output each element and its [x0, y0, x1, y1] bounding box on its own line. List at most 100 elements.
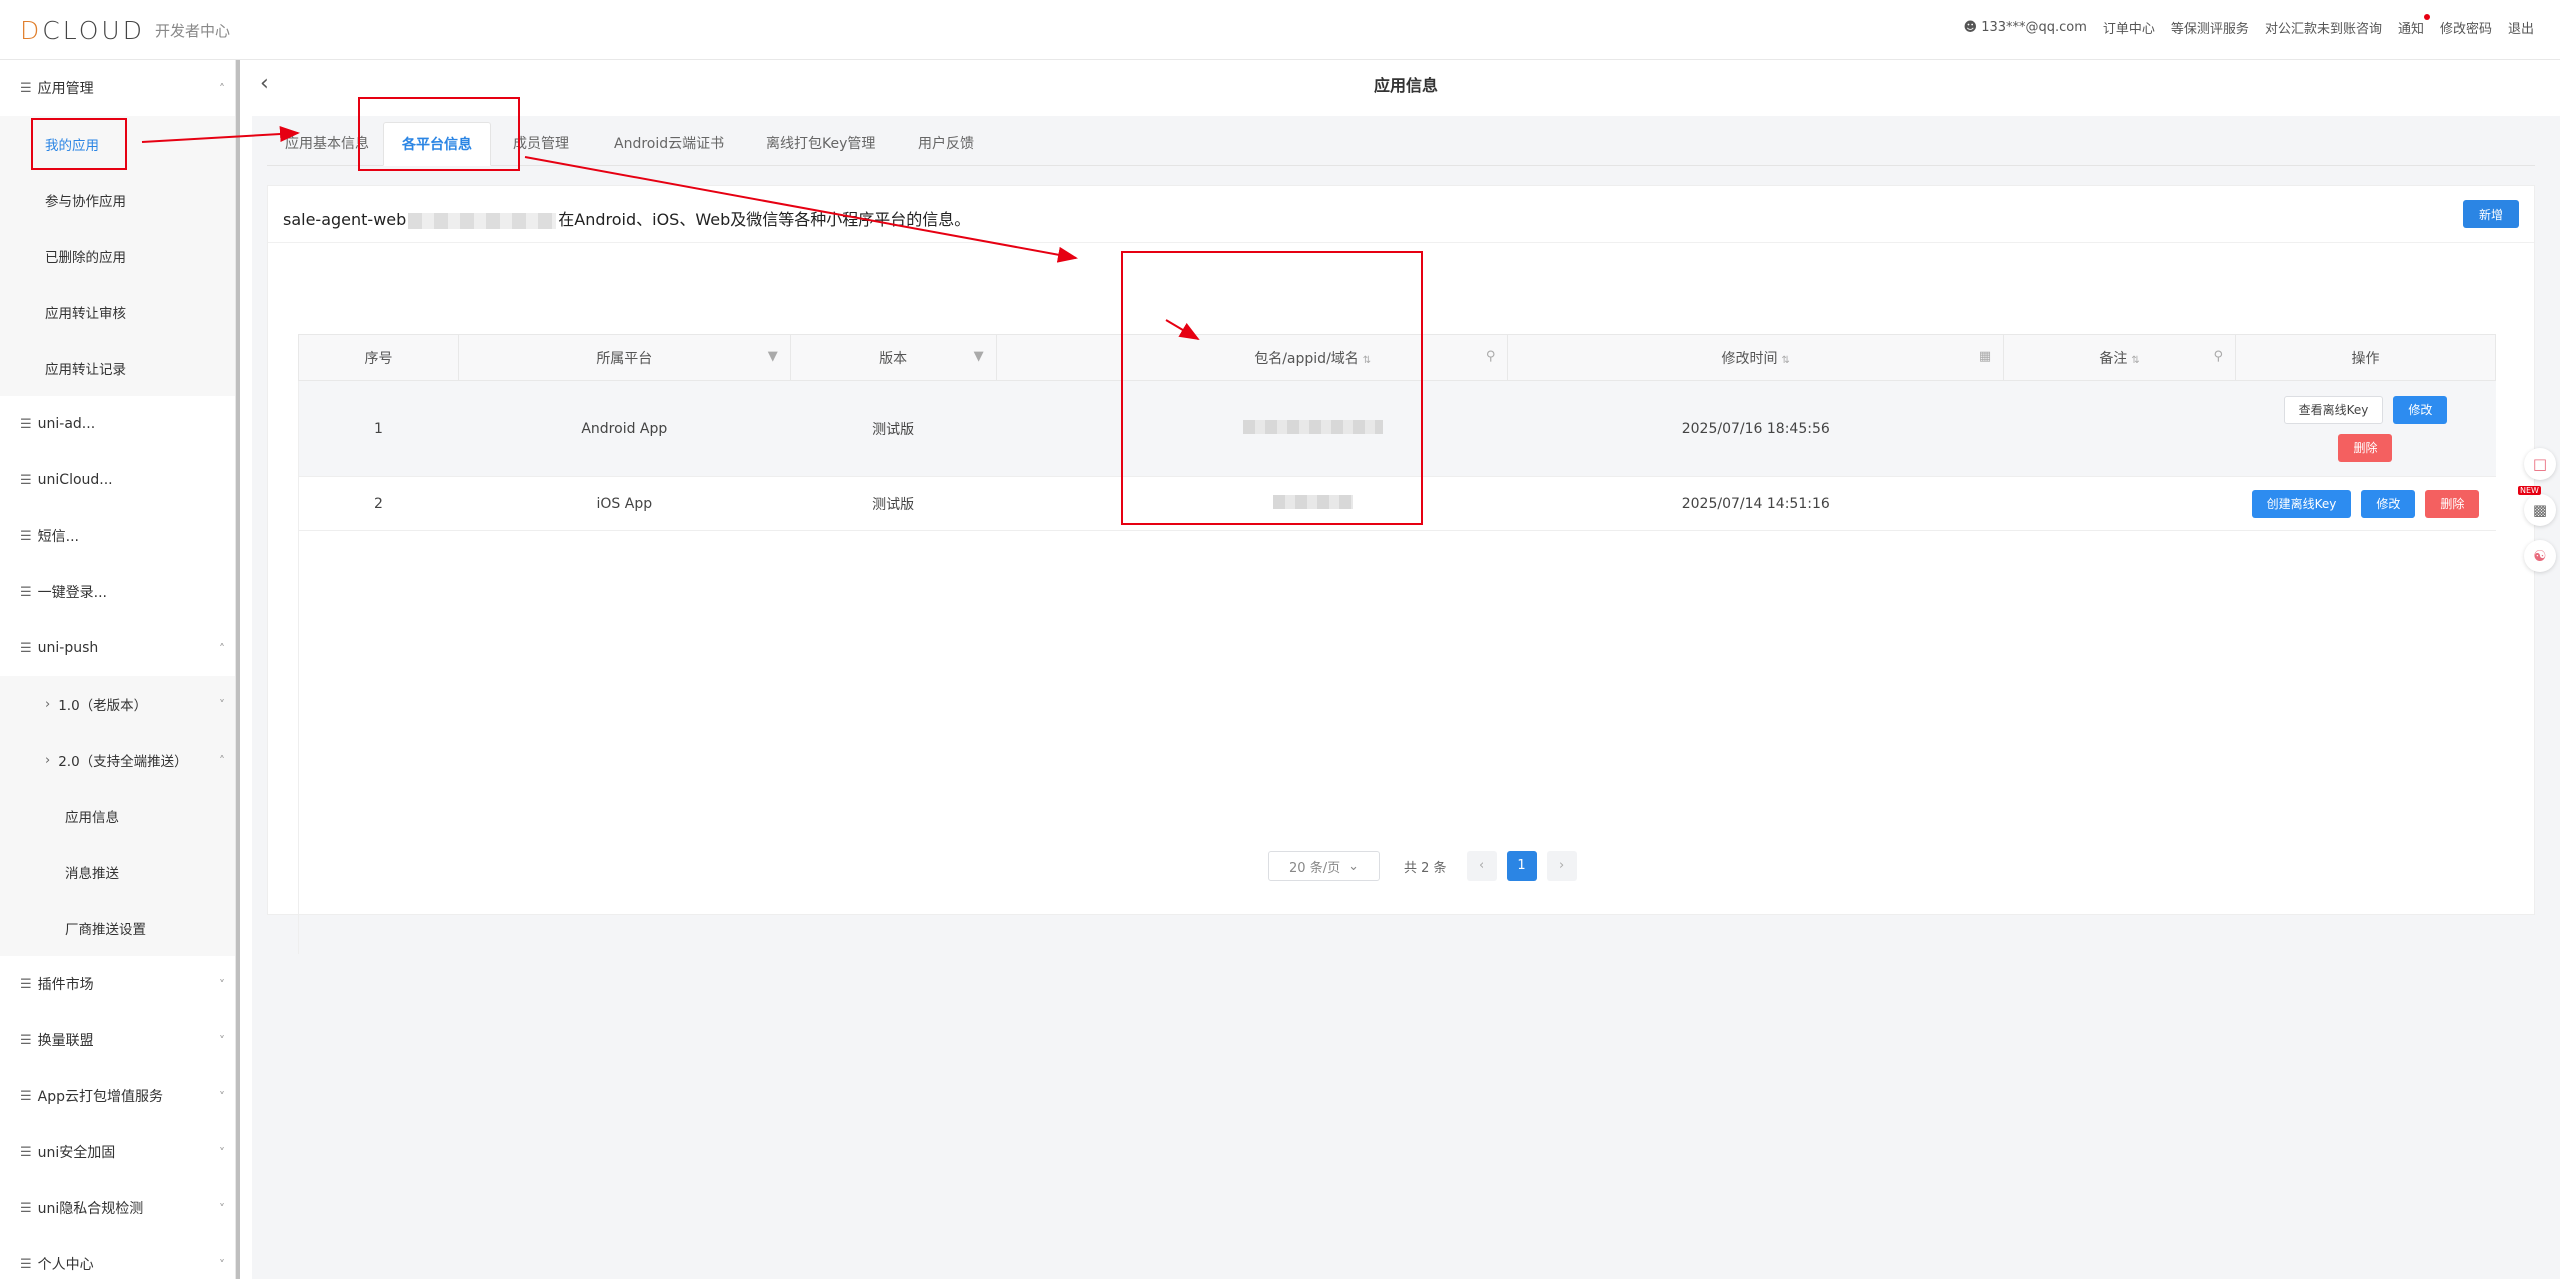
list-icon: ☰	[20, 640, 32, 656]
sidebar-item-label: 短信...	[37, 529, 80, 545]
nav-remittance-inquiry[interactable]: 对公汇款未到账咨询	[2265, 18, 2382, 37]
sidebar-item-13[interactable]: 应用信息	[0, 788, 235, 844]
sidebar-item-2[interactable]: 参与协作应用	[0, 172, 235, 228]
sidebar-item-14[interactable]: 消息推送	[0, 844, 235, 900]
notification-dot	[2423, 14, 2430, 20]
sidebar-item-10[interactable]: ☰ uni-push ˄	[0, 620, 235, 676]
chevron-down-icon: ˅	[219, 1146, 225, 1160]
chevron-up-icon: ˄	[219, 642, 225, 656]
user-account[interactable]: ☻ 133***@qq.com	[1963, 20, 2086, 35]
create-offline-key-button[interactable]: 创建离线Key	[2251, 489, 2352, 518]
list-icon: ☰	[20, 584, 32, 600]
top-bar: DCLOUD 开发者中心 ☻ 133***@qq.com 订单中心 等保测评服务…	[0, 0, 2560, 60]
logo[interactable]: DCLOUD 开发者中心	[20, 16, 231, 45]
sidebar-item-label: uni安全加固	[37, 1145, 116, 1161]
nav-orders[interactable]: 订单中心	[2103, 18, 2155, 37]
tab-platform-info[interactable]: 各平台信息	[383, 122, 491, 166]
page-title: 应用信息	[1373, 76, 1438, 95]
sidebar-item-16[interactable]: ☰ 插件市场 ˅	[0, 956, 235, 1012]
sidebar-item-21[interactable]: ☰ 个人中心 ˅	[0, 1236, 235, 1279]
list-icon: ☰	[20, 416, 32, 432]
chevron-down-icon: ˅	[219, 978, 225, 992]
next-page-button[interactable]: ›	[1546, 851, 1577, 881]
floating-toolbar: □ NEW ▩ ☯	[2518, 448, 2560, 572]
cell-platform: iOS App	[458, 476, 791, 531]
sidebar-item-label: 应用转让审核	[45, 306, 126, 322]
page-number[interactable]: 1	[1506, 851, 1537, 881]
top-nav: ☻ 133***@qq.com 订单中心 等保测评服务 对公汇款未到账咨询 通知…	[1963, 14, 2534, 37]
sidebar-item-15[interactable]: 厂商推送设置	[0, 900, 235, 956]
sidebar-item-3[interactable]: 已删除的应用	[0, 228, 235, 284]
qrcode-icon[interactable]: NEW ▩	[2518, 486, 2556, 526]
chevron-right-icon: ›	[45, 696, 51, 712]
sort-icon[interactable]: ⇅	[1782, 355, 1790, 366]
sidebar-item-8[interactable]: ☰ 短信...	[0, 508, 235, 564]
sidebar-item-label: 个人中心	[37, 1257, 94, 1273]
list-icon: ☰	[20, 1144, 32, 1160]
nav-notifications[interactable]: 通知	[2398, 14, 2430, 37]
cell-platform: Android App	[458, 380, 791, 477]
nav-security-assessment[interactable]: 等保测评服务	[2171, 18, 2249, 37]
col-package[interactable]: 包名/appid/域名 ⇅ ⚲	[1118, 334, 1509, 381]
view-offline-key-button[interactable]: 查看离线Key	[2283, 395, 2384, 424]
sidebar-item-4[interactable]: 应用转让审核	[0, 284, 235, 340]
page-header: ‹ 应用信息	[252, 60, 2560, 116]
sidebar-item-label: 厂商推送设置	[65, 922, 146, 938]
sidebar-scrollbar[interactable]	[236, 60, 240, 1279]
search-icon[interactable]: ⚲	[2213, 349, 2223, 364]
edit-button[interactable]: 修改	[2393, 395, 2448, 424]
sidebar-item-5[interactable]: 应用转让记录	[0, 340, 235, 396]
sidebar-item-label: 插件市场	[37, 977, 94, 993]
sidebar-item-11[interactable]: › 1.0（老版本） ˅	[0, 676, 235, 732]
sidebar-item-12[interactable]: › 2.0（支持全端推送） ˄	[0, 732, 235, 788]
sidebar-item-1[interactable]: 我的应用	[0, 116, 235, 172]
tab-basic-info[interactable]: 应用基本信息	[267, 122, 387, 166]
cell-spacer	[996, 380, 1119, 477]
filter-icon[interactable]: ▼	[974, 349, 984, 364]
list-icon: ☰	[20, 80, 32, 96]
translate-icon[interactable]: ☯	[2524, 540, 2556, 572]
panel-divider	[268, 242, 2534, 243]
calendar-icon[interactable]: ▦	[1979, 349, 1991, 364]
tab-members[interactable]: 成员管理	[495, 122, 587, 166]
cell-version: 测试版	[790, 380, 997, 477]
sort-icon[interactable]: ⇅	[1363, 355, 1371, 366]
gift-icon[interactable]: □	[2524, 448, 2556, 480]
search-icon[interactable]: ⚲	[1486, 349, 1496, 364]
sidebar-item-20[interactable]: ☰ uni隐私合规检测 ˅	[0, 1180, 235, 1236]
tab-android-cert[interactable]: Android云端证书	[596, 122, 742, 166]
sidebar-item-7[interactable]: ☰ uniCloud...	[0, 452, 235, 508]
nav-logout[interactable]: 退出	[2508, 18, 2534, 37]
new-tag: NEW	[2518, 486, 2541, 495]
sidebar-item-18[interactable]: ☰ App云打包增值服务 ˅	[0, 1068, 235, 1124]
delete-button[interactable]: 删除	[2425, 489, 2480, 518]
chevron-down-icon: ˅	[219, 1034, 225, 1048]
sidebar-item-17[interactable]: ☰ 换量联盟 ˅	[0, 1012, 235, 1068]
blurred-package-name	[1242, 419, 1383, 434]
tab-offline-key[interactable]: 离线打包Key管理	[748, 122, 893, 166]
col-remark[interactable]: 备注 ⇅ ⚲	[2003, 334, 2236, 381]
prev-page-button[interactable]: ‹	[1466, 851, 1497, 881]
delete-button[interactable]: 删除	[2338, 433, 2393, 462]
edit-button[interactable]: 修改	[2361, 489, 2416, 518]
col-spacer	[996, 334, 1119, 381]
col-version: 版本 ▼	[790, 334, 997, 381]
chevron-down-icon: ⌄	[1348, 858, 1359, 874]
add-button[interactable]: 新增	[2463, 200, 2519, 228]
sidebar-item-9[interactable]: ☰ 一键登录...	[0, 564, 235, 620]
list-icon: ☰	[20, 1200, 32, 1216]
tab-feedback[interactable]: 用户反馈	[900, 122, 992, 166]
sidebar-item-0[interactable]: ☰ 应用管理 ˄	[0, 60, 235, 116]
sort-icon[interactable]: ⇅	[2131, 355, 2139, 366]
col-modified-time[interactable]: 修改时间 ⇅ ▦	[1507, 334, 2005, 381]
sidebar-item-label: 1.0（老版本）	[58, 698, 148, 714]
sidebar-item-6[interactable]: ☰ uni-ad...	[0, 396, 235, 452]
page-size-select[interactable]: 20 条/页 ⌄	[1268, 851, 1380, 881]
cell-index: 1	[298, 380, 459, 477]
nav-change-password[interactable]: 修改密码	[2440, 18, 2492, 37]
sidebar-item-19[interactable]: ☰ uni安全加固 ˅	[0, 1124, 235, 1180]
filter-icon[interactable]: ▼	[768, 349, 778, 364]
logo-subtitle: 开发者中心	[155, 21, 231, 40]
sidebar-item-label: 换量联盟	[37, 1033, 94, 1049]
cell-remark	[2003, 380, 2236, 477]
